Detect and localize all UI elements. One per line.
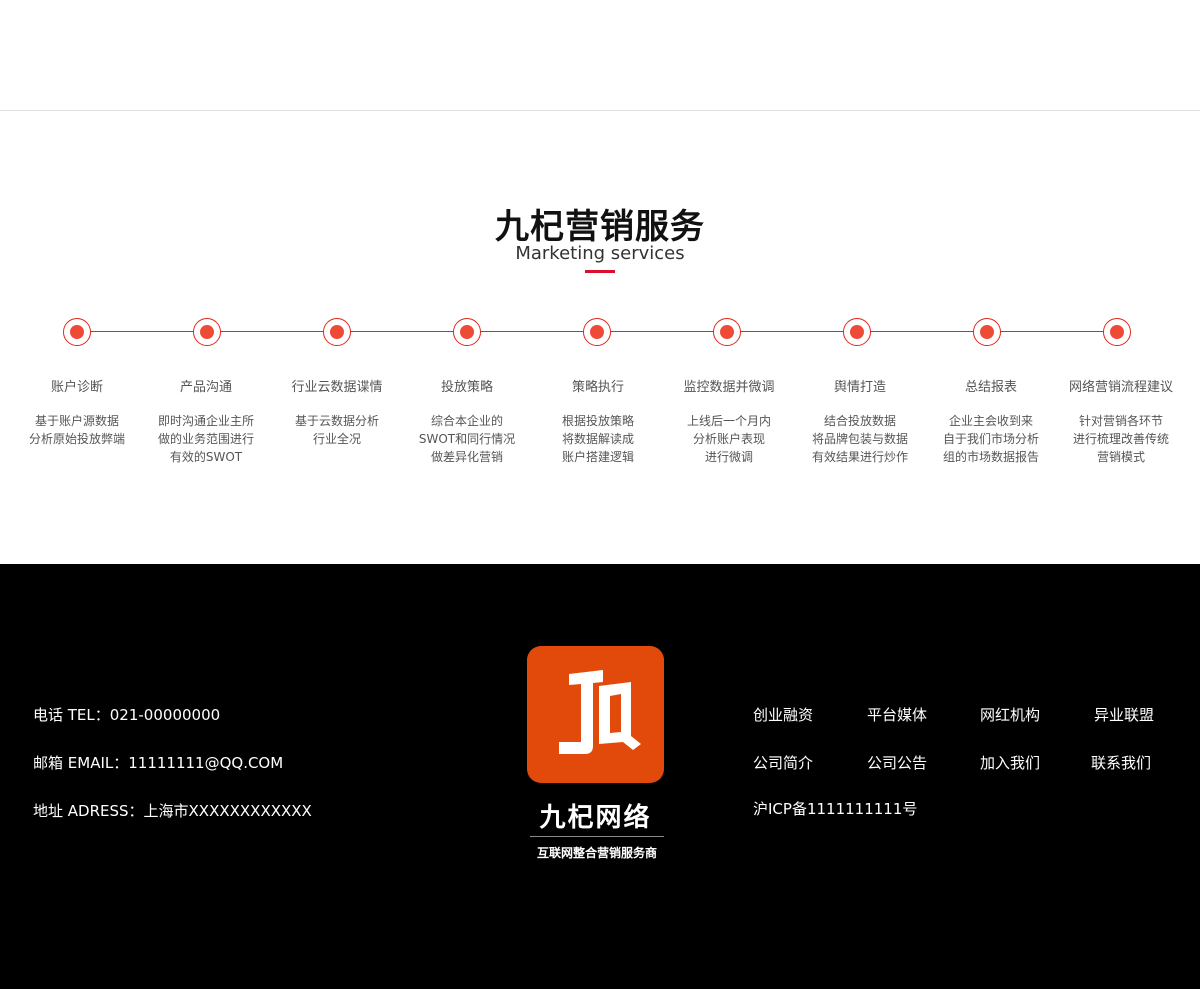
step-title: 舆情打造 (833, 380, 886, 395)
step-description: 上线后一个月内 分析账户表现 进行微调 (686, 414, 771, 464)
step-title: 总结报表 (964, 380, 1017, 395)
timeline-dot-icon (63, 318, 91, 346)
contact-email: 邮箱 EMAIL：11111111@QQ.COM (33, 754, 284, 772)
step-description: 企业主会收到来 自于我们市场分析 组的市场数据报告 (942, 414, 1039, 464)
footer-link-startup-financing[interactable]: 创业融资 (753, 704, 813, 725)
footer-link-company-profile[interactable]: 公司简介 (753, 752, 813, 773)
step-title: 行业云数据谍情 (291, 380, 383, 395)
title-underline (585, 270, 615, 273)
icp-record: 沪ICP备1111111111号 (753, 800, 918, 818)
contact-address: 地址 ADRESS：上海市XXXXXXXXXXXX (33, 802, 312, 820)
step-description: 根据投放策略 将数据解读成 账户搭建逻辑 (561, 414, 634, 464)
footer-link-cross-industry-alliance[interactable]: 异业联盟 (1094, 704, 1154, 725)
timeline-dot-icon (1103, 318, 1131, 346)
step-title: 账户诊断 (50, 380, 103, 395)
step-description: 基于账户源数据 分析原始投放弊端 (28, 414, 125, 446)
timeline-dot-icon (583, 318, 611, 346)
footer-link-company-announcements[interactable]: 公司公告 (867, 752, 927, 773)
step-title: 网络营销流程建议 (1068, 380, 1173, 395)
marketing-services-section: 九杞营销服务 Marketing services 账户诊断 基于账户源数据 分析… (0, 111, 1200, 564)
site-footer: 电话 TEL：021-00000000 邮箱 EMAIL：11111111@QQ… (0, 564, 1200, 989)
section-subtitle: Marketing services (515, 243, 685, 264)
logo-name: 九杞网络 (539, 803, 652, 833)
contact-phone: 电话 TEL：021-00000000 (33, 706, 221, 724)
logo-divider (530, 836, 664, 837)
step-description: 即时沟通企业主所 做的业务范围进行 有效的SWOT (157, 414, 254, 464)
footer-link-contact-us[interactable]: 联系我们 (1091, 752, 1151, 773)
step-description: 针对营销各环节 进行梳理改善传统 营销模式 (1072, 414, 1169, 464)
section-title: 九杞营销服务 (495, 207, 705, 247)
timeline-dot-icon (453, 318, 481, 346)
footer-link-platform-media[interactable]: 平台媒体 (867, 704, 927, 725)
timeline-dot-icon (193, 318, 221, 346)
step-title: 监控数据并微调 (683, 380, 775, 395)
timeline-dot-icon (973, 318, 1001, 346)
footer-link-influencer-agencies[interactable]: 网红机构 (980, 704, 1040, 725)
company-logo-icon (527, 646, 664, 783)
top-blank-band (0, 0, 1200, 111)
step-title: 投放策略 (440, 380, 493, 395)
step-description: 基于云数据分析 行业全况 (294, 414, 379, 446)
footer-link-join-us[interactable]: 加入我们 (980, 752, 1040, 773)
logo-tagline: 互联网整合营销服务商 (536, 846, 657, 860)
step-description: 结合投放数据 将品牌包装与数据 有效结果进行炒作 (811, 414, 908, 464)
timeline-dot-icon (843, 318, 871, 346)
step-description: 综合本企业的 SWOT和同行情况 做差异化营销 (418, 414, 516, 464)
timeline-dot-icon (323, 318, 351, 346)
step-title: 产品沟通 (179, 380, 232, 395)
step-title: 策略执行 (571, 380, 624, 395)
timeline-dot-icon (713, 318, 741, 346)
